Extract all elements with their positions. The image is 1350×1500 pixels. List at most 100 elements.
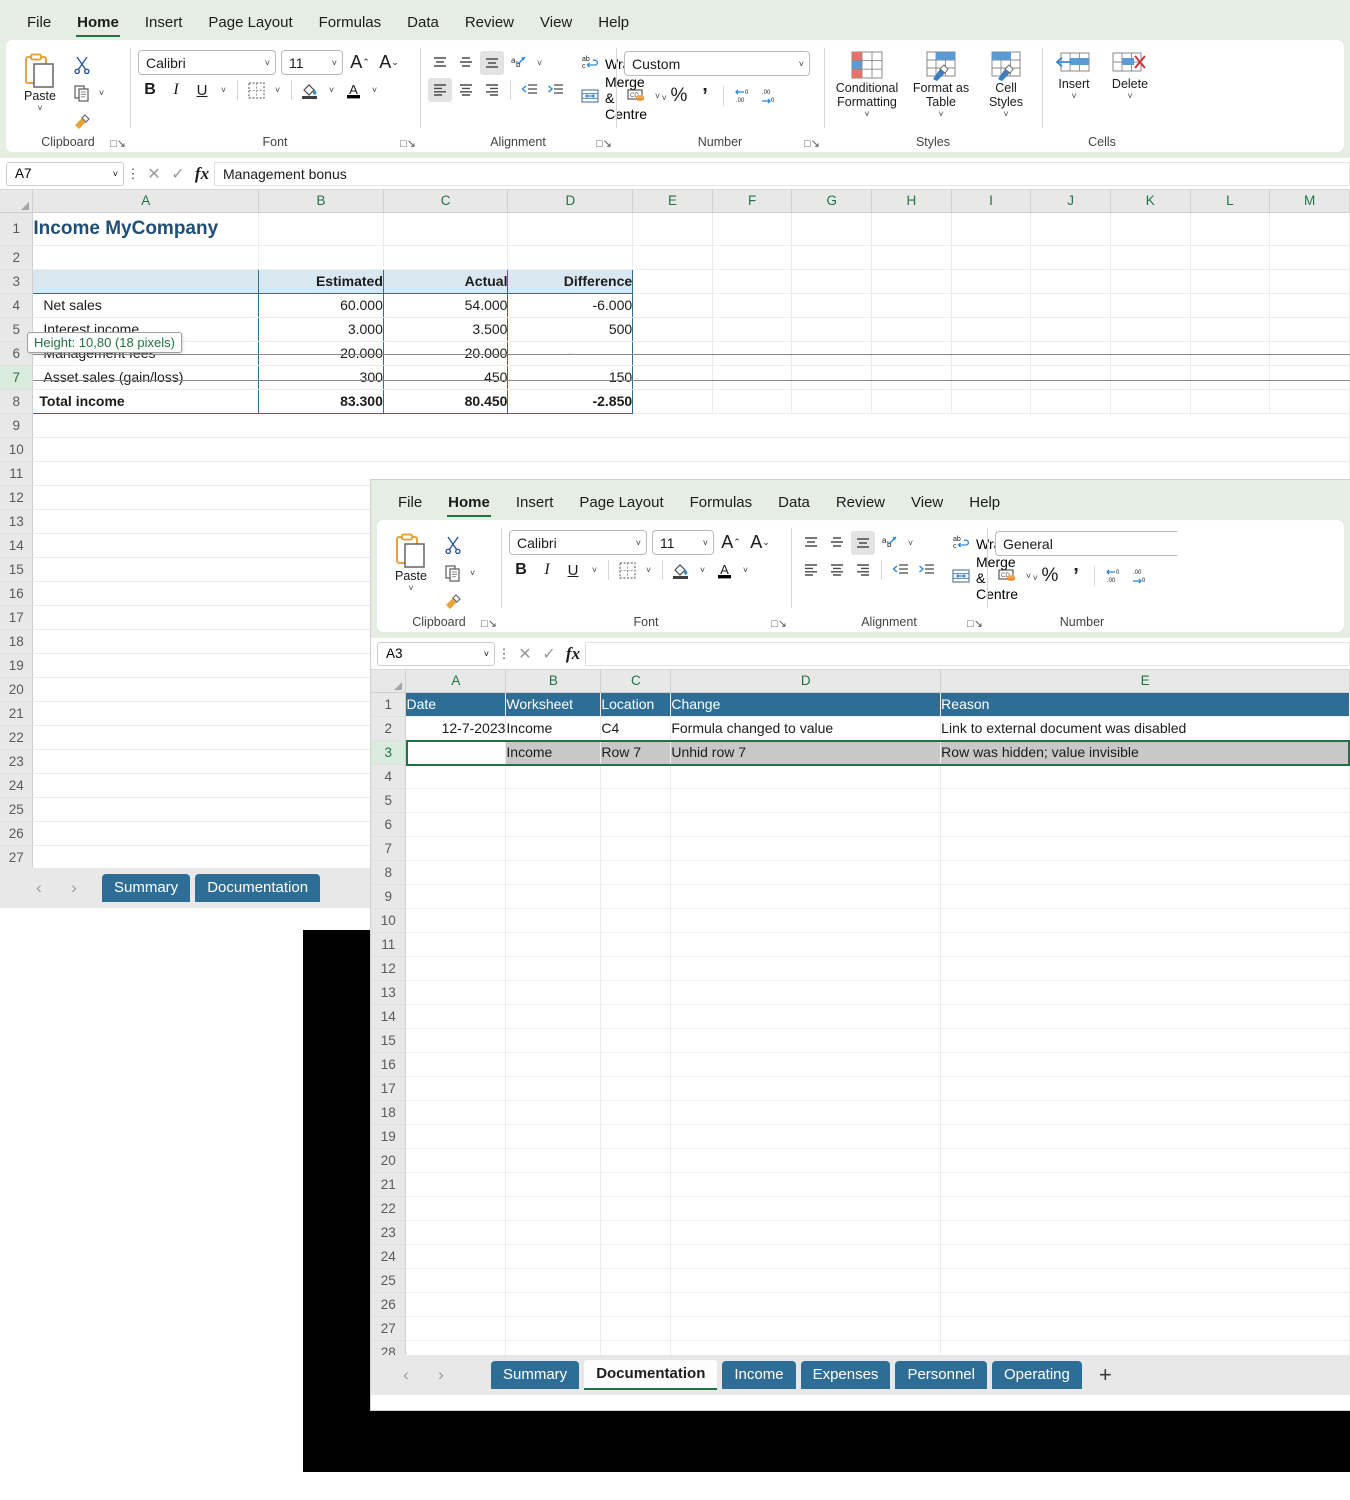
grid-2[interactable]: A B C D E 1 Date Worksheet Location Chan… [371,670,1350,1355]
doc-reason-2[interactable]: Row was hidden; value invisible [940,740,1350,765]
enter-icon[interactable]: ✓ [537,644,561,664]
row-header-28-2[interactable]: 28 [371,1340,407,1355]
font-size-select-2[interactable]: 11 ˅ [652,530,714,555]
empty-cell[interactable] [405,1076,507,1101]
column-header-e-2[interactable]: E [940,670,1350,693]
cell-l5[interactable] [1190,317,1271,342]
align-middle-icon[interactable] [454,51,478,75]
empty-row-cells[interactable] [32,413,1350,438]
formula-input-2[interactable] [585,641,1350,666]
align-top-icon[interactable] [428,51,452,75]
row-header-3-2[interactable]: 3 [371,740,407,765]
cell-f3[interactable] [712,269,793,294]
tab-formulas-2[interactable]: Formulas [677,488,766,520]
empty-cell[interactable] [940,932,1350,957]
row-header-13[interactable]: 13 [0,509,34,534]
cell-a1-title[interactable]: Income MyCompany [32,212,260,246]
chevron-down-icon[interactable]: ˅ [1003,109,1008,119]
empty-cell[interactable] [940,1052,1350,1077]
empty-cell[interactable] [600,932,672,957]
formula-input-1[interactable]: Management bonus [214,161,1350,186]
empty-cell[interactable] [505,1172,602,1197]
increase-indent-icon[interactable] [543,78,567,102]
cell-i3[interactable] [951,269,1032,294]
empty-cell[interactable] [505,980,602,1005]
row-header-26[interactable]: 26 [0,821,34,846]
row-header-16[interactable]: 16 [0,581,34,606]
cell-g8[interactable] [791,389,873,414]
select-all-corner-2[interactable] [371,670,407,693]
empty-cell[interactable] [405,1100,507,1125]
empty-cell[interactable] [505,1340,602,1355]
empty-cell[interactable] [940,1220,1350,1245]
format-painter-icon[interactable] [441,589,465,613]
empty-cell[interactable] [940,1172,1350,1197]
empty-cell[interactable] [670,1316,942,1341]
cell-l3[interactable] [1190,269,1271,294]
empty-cell[interactable] [405,812,507,837]
empty-cell[interactable] [600,836,672,861]
empty-cell[interactable] [600,884,672,909]
sheet-tab-summary-2[interactable]: Summary [491,1361,580,1389]
align-left-icon[interactable] [428,78,452,102]
doc-change-2[interactable]: Unhid row 7 [670,740,942,765]
italic-icon[interactable]: I [535,558,559,582]
cell-h1[interactable] [871,212,952,246]
empty-cell[interactable] [670,956,942,981]
alignment-dialog-launcher-2[interactable]: □↘ [967,617,983,630]
income-est-total[interactable]: 83.300 [258,389,384,414]
row-header-24[interactable]: 24 [0,773,34,798]
cell-d2[interactable] [507,245,634,270]
empty-cell[interactable] [600,1148,672,1173]
cell-g4[interactable] [791,293,873,318]
empty-cell[interactable] [505,1052,602,1077]
empty-cell[interactable] [505,1220,602,1245]
cell-l2[interactable] [1190,245,1271,270]
income-label-asset-sales[interactable]: Asset sales (gain/loss) [32,365,260,390]
doc-header-reason[interactable]: Reason [940,692,1350,717]
income-dif-net-sales[interactable]: -6.000 [507,293,634,318]
cell-i8[interactable] [951,389,1032,414]
cell-j5[interactable] [1030,317,1111,342]
empty-cell[interactable] [670,1340,942,1355]
cell-m5[interactable] [1269,317,1350,342]
empty-cell[interactable] [405,884,507,909]
tab-file-2[interactable]: File [385,488,435,520]
income-dif-management-fees[interactable]: - [507,341,634,366]
income-label-net-sales[interactable]: Net sales [32,293,260,318]
income-act-management-fees[interactable]: 20.000 [382,341,509,366]
cut-icon[interactable] [70,53,94,77]
italic-icon[interactable]: I [164,78,188,102]
cell-m2[interactable] [1269,245,1350,270]
empty-cell[interactable] [505,932,602,957]
empty-cell[interactable] [670,1292,942,1317]
income-est-net-sales[interactable]: 60.000 [258,293,384,318]
align-center-icon[interactable] [454,78,478,102]
alignment-dialog-launcher[interactable]: □↘ [596,137,612,150]
row-header-16-2[interactable]: 16 [371,1052,407,1077]
doc-date-2[interactable] [405,740,507,765]
row-header-19-2[interactable]: 19 [371,1124,407,1149]
empty-cell[interactable] [505,1100,602,1125]
row-header-2[interactable]: 2 [0,245,34,270]
sheet-tab-documentation-1[interactable]: Documentation [195,874,321,902]
cell-g2[interactable] [791,245,873,270]
align-top-icon[interactable] [799,531,823,555]
tab-insert[interactable]: Insert [132,8,196,40]
row-header-27[interactable]: 27 [0,845,34,868]
cell-c1[interactable] [383,212,509,246]
empty-cell[interactable] [600,980,672,1005]
cancel-icon[interactable]: ✕ [513,644,537,664]
row-header-10-2[interactable]: 10 [371,908,407,933]
tab-formulas[interactable]: Formulas [306,8,395,40]
number-format-select-2[interactable]: General ˅ [995,531,1177,556]
chevron-down-icon[interactable]: ˅ [864,109,869,119]
cell-j1[interactable] [1030,212,1111,246]
align-left-icon[interactable] [799,558,823,582]
cell-m3[interactable] [1269,269,1350,294]
cell-l7[interactable] [1190,365,1271,390]
empty-cell[interactable] [600,812,672,837]
cell-h5[interactable] [871,317,952,342]
empty-cell[interactable] [405,908,507,933]
decrease-indent-icon[interactable] [517,78,541,102]
